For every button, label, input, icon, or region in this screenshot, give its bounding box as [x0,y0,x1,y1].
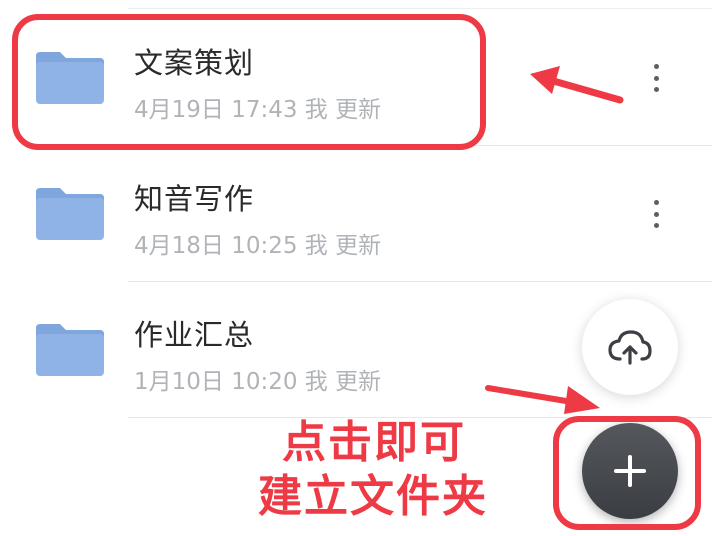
folder-name: 作业汇总 [134,318,255,352]
cloud-upload-icon [608,330,652,365]
highlight-box-add-button [553,416,701,530]
list-item-folder-2[interactable]: 知音写作 4月18日 10:25 我 更新 [0,146,712,282]
more-vertical-icon[interactable] [642,196,670,232]
folder-icon [36,324,104,376]
folder-meta: 4月18日 10:25 我 更新 [134,233,382,259]
annotation-line-1: 点击即可 [282,417,466,468]
more-vertical-icon[interactable] [642,60,670,96]
folder-meta: 1月10日 10:20 我 更新 [134,369,382,395]
file-list-screen: 文案策划 4月19日 17:43 我 更新 知音写作 4月18日 10:25 我… [0,0,712,536]
highlight-box-folder [12,14,486,150]
top-divider [128,8,712,9]
folder-icon [36,188,104,240]
annotation-arrow-icon [530,66,624,104]
folder-name: 知音写作 [134,182,255,216]
annotation-line-2: 建立文件夹 [258,471,488,522]
annotation-arrow-icon [485,385,600,414]
